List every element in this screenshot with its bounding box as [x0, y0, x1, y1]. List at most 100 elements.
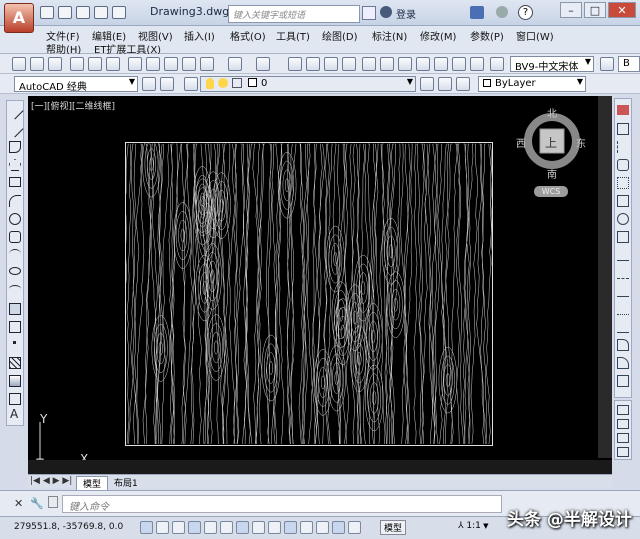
- gradient-icon[interactable]: [9, 375, 21, 387]
- login-link[interactable]: 登录: [396, 6, 416, 21]
- tab-nav-arrows[interactable]: |◀ ◀ ▶ ▶|: [30, 476, 72, 486]
- line-icon[interactable]: [6, 102, 24, 120]
- viewcube-south[interactable]: 南: [547, 166, 557, 181]
- vertical-scrollbar[interactable]: [598, 96, 612, 458]
- minimize-button[interactable]: –: [560, 2, 582, 18]
- trim-icon[interactable]: [617, 267, 629, 279]
- workspace-dropdown[interactable]: AutoCAD 经典 ▼: [14, 76, 138, 93]
- save-file-icon[interactable]: [48, 57, 62, 71]
- workspace-extra-icon[interactable]: [160, 77, 174, 91]
- dynamic-input-icon[interactable]: [284, 521, 297, 534]
- make-block-icon[interactable]: [9, 321, 21, 333]
- save-icon[interactable]: [76, 6, 90, 19]
- plot-icon[interactable]: [112, 6, 126, 19]
- markup-icon[interactable]: [434, 57, 448, 71]
- new-icon[interactable]: [40, 6, 54, 19]
- menu-tools[interactable]: 工具(T): [276, 28, 310, 43]
- exchange-icon[interactable]: [470, 6, 484, 19]
- sheet-set-icon[interactable]: [416, 57, 430, 71]
- zoom-window-icon[interactable]: [324, 57, 338, 71]
- command-input[interactable]: 键入命令: [62, 495, 502, 513]
- print-preview-icon[interactable]: [88, 57, 102, 71]
- workspace-settings-icon[interactable]: [142, 77, 156, 91]
- copy-icon[interactable]: [146, 57, 160, 71]
- pan-icon[interactable]: [288, 57, 302, 71]
- open-file-icon[interactable]: [30, 57, 44, 71]
- dimension-style-dropdown[interactable]: B: [618, 56, 640, 72]
- send-to-back-icon[interactable]: [617, 419, 629, 429]
- layer-properties-icon[interactable]: [184, 77, 198, 91]
- break-icon[interactable]: [617, 303, 629, 315]
- coordinate-readout[interactable]: 279551.8, -35769.8, 0.0: [14, 522, 123, 532]
- quickcalc-icon[interactable]: [452, 57, 466, 71]
- offset-icon[interactable]: [617, 159, 629, 171]
- spline-icon[interactable]: [9, 249, 21, 259]
- transparency-icon[interactable]: [316, 521, 329, 534]
- polygon-icon[interactable]: [9, 159, 21, 171]
- design-center-icon[interactable]: [380, 57, 394, 71]
- close-command-icon[interactable]: ✕: [14, 497, 23, 510]
- help-icon[interactable]: ?: [518, 5, 533, 20]
- explode-icon[interactable]: [617, 375, 629, 387]
- menu-dimension[interactable]: 标注(N): [372, 28, 407, 43]
- arc-icon[interactable]: [9, 195, 21, 207]
- erase-icon[interactable]: [617, 105, 629, 115]
- insert-block-icon[interactable]: [9, 303, 21, 315]
- layer-states-icon[interactable]: [456, 77, 470, 91]
- bring-above-icon[interactable]: [617, 433, 629, 443]
- polyline-icon[interactable]: [9, 141, 21, 153]
- 3d-object-snap-icon[interactable]: [236, 521, 249, 534]
- construction-line-icon[interactable]: [6, 120, 24, 138]
- maximize-button[interactable]: □: [584, 2, 606, 18]
- object-snap-tracking-icon[interactable]: [252, 521, 265, 534]
- ellipse-icon[interactable]: [9, 267, 21, 275]
- point-icon[interactable]: [13, 341, 16, 344]
- text-icon[interactable]: A: [10, 407, 18, 421]
- ellipse-arc-icon[interactable]: [9, 285, 21, 293]
- menu-window[interactable]: 窗口(W): [516, 28, 554, 43]
- help-toolbar-icon[interactable]: [470, 57, 484, 71]
- paste-icon[interactable]: [164, 57, 178, 71]
- join-icon[interactable]: [617, 321, 629, 333]
- save-as-icon[interactable]: [94, 6, 108, 19]
- redo-icon[interactable]: [256, 57, 270, 71]
- revision-cloud-icon[interactable]: [9, 231, 21, 243]
- drawing-canvas[interactable]: [一][俯视][二维线框] 北 南 东 西 上 WCS Y X: [28, 96, 612, 474]
- table-icon[interactable]: [9, 393, 21, 405]
- zoom-realtime-icon[interactable]: [306, 57, 320, 71]
- viewcube-east[interactable]: 东: [576, 135, 586, 150]
- wrench-icon[interactable]: 🔧: [30, 497, 44, 510]
- hatch-icon[interactable]: [9, 357, 21, 369]
- menu-draw[interactable]: 绘图(D): [322, 28, 358, 43]
- annotation-scale[interactable]: ⅄ 1:1 ▼: [458, 521, 488, 531]
- viewcube-west[interactable]: 西: [516, 135, 526, 150]
- stretch-icon[interactable]: [617, 249, 629, 261]
- close-button[interactable]: ✕: [608, 2, 636, 18]
- layer-previous-icon[interactable]: [438, 77, 452, 91]
- rotate-icon[interactable]: [617, 213, 629, 225]
- model-space-toggle[interactable]: 模型: [380, 520, 407, 535]
- viewcube-north[interactable]: 北: [547, 105, 557, 120]
- text-style-icon[interactable]: [490, 57, 504, 71]
- block-editor-icon[interactable]: [200, 57, 214, 71]
- wcs-menu[interactable]: WCS: [534, 186, 568, 197]
- layer-dropdown[interactable]: 0 ▼: [200, 76, 416, 92]
- chamfer-icon[interactable]: [617, 339, 629, 351]
- menu-parametric[interactable]: 参数(P): [470, 28, 504, 43]
- menu-format[interactable]: 格式(O): [230, 28, 266, 43]
- tool-palettes-icon[interactable]: [398, 57, 412, 71]
- search-input[interactable]: 键入关键字或短语: [228, 5, 360, 23]
- selection-cycling-icon[interactable]: [348, 521, 361, 534]
- menu-modify[interactable]: 修改(M): [420, 28, 456, 43]
- tab-model[interactable]: 模型: [76, 476, 109, 491]
- send-under-icon[interactable]: [617, 447, 629, 457]
- quick-properties-icon[interactable]: [332, 521, 345, 534]
- viewport-label[interactable]: [一][俯视][二维线框]: [31, 99, 115, 112]
- publish-icon[interactable]: [106, 57, 120, 71]
- menu-insert[interactable]: 插入(I): [184, 28, 215, 43]
- search-icon[interactable]: [362, 6, 376, 20]
- make-layer-current-icon[interactable]: [420, 77, 434, 91]
- properties-icon[interactable]: [362, 57, 376, 71]
- print-icon[interactable]: [70, 57, 84, 71]
- text-style-dropdown[interactable]: BV9-中文宋体 ▼: [510, 56, 594, 73]
